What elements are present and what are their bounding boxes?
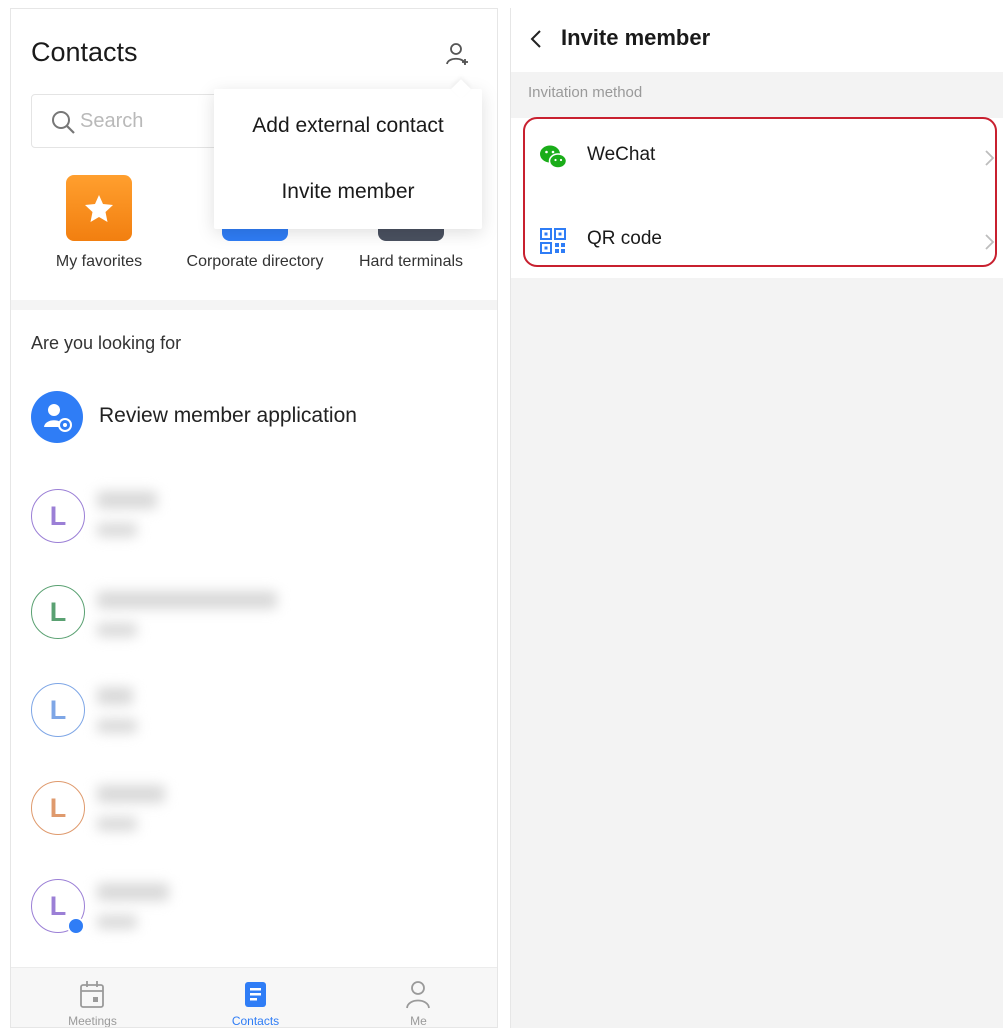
avatar: L (31, 585, 85, 639)
chevron-right-icon (985, 234, 995, 250)
contact-row[interactable]: L (11, 565, 497, 661)
invite-member-screen: Invite member Invitation method WeChat Q… (510, 8, 1003, 1028)
add-menu-popup: Add external contact Invite member (214, 79, 482, 229)
review-member-label: Review member application (99, 404, 357, 427)
looking-for-heading: Are you looking for (31, 333, 182, 353)
menu-item-add-external-contact[interactable]: Add external contact (214, 96, 482, 156)
section-divider (11, 300, 497, 310)
qr-code-icon (540, 228, 566, 254)
person-icon (406, 981, 430, 1009)
chevron-left-icon (530, 30, 541, 48)
add-contact-button[interactable] (441, 37, 475, 71)
back-button[interactable] (521, 22, 551, 56)
add-person-icon (446, 43, 468, 65)
page-title: Invite member (561, 25, 711, 50)
tab-label-meetings: Meetings (68, 1014, 117, 1028)
method-label-qr-code: QR code (587, 228, 662, 249)
blurred-name (97, 785, 165, 803)
blurred-name (97, 687, 133, 705)
blurred-detail (97, 817, 137, 831)
bottom-tab-bar: Meetings Contacts Me (11, 967, 497, 1028)
invitation-method-label: Invitation method (528, 84, 643, 101)
blurred-detail (97, 623, 137, 637)
avatar: L (31, 683, 85, 737)
star-icon (85, 195, 113, 222)
avatar: L (31, 489, 85, 543)
wechat-icon (540, 145, 568, 169)
blurred-detail (97, 523, 137, 537)
contact-row[interactable]: L (11, 761, 497, 857)
contacts-header: Contacts (11, 9, 497, 89)
tab-contacts[interactable]: Contacts (174, 968, 337, 1028)
avatar: L (31, 781, 85, 835)
canvas: Contacts Search My favorites Corporate d… (0, 0, 1003, 1028)
quick-label-terminals: Hard terminals (358, 253, 464, 270)
page-title: Contacts (31, 37, 138, 67)
tab-label-me: Me (410, 1014, 427, 1028)
quick-label-directory: Corporate directory (186, 253, 324, 270)
member-review-icon (31, 391, 83, 443)
tab-meetings[interactable]: Meetings (11, 968, 174, 1028)
blurred-name (97, 883, 169, 901)
contact-row[interactable]: L (11, 469, 497, 565)
blurred-detail (97, 719, 137, 733)
contact-row[interactable]: L (11, 663, 497, 759)
quick-label-favorites: My favorites (55, 253, 143, 270)
favorites-tile (66, 175, 132, 241)
invite-header: Invite member (511, 8, 1003, 72)
blurred-name (97, 491, 157, 509)
menu-item-invite-member[interactable]: Invite member (214, 162, 482, 222)
calendar-icon (80, 981, 104, 1008)
tab-label-contacts: Contacts (231, 1014, 280, 1028)
review-member-application-item[interactable]: Review member application (11, 387, 497, 447)
contacts-book-icon (245, 982, 266, 1007)
method-wechat[interactable]: WeChat (511, 118, 1003, 196)
member-review-glyph (44, 404, 72, 432)
quick-item-favorites[interactable]: My favorites (19, 175, 179, 285)
method-label-wechat: WeChat (587, 144, 656, 165)
account-badge-icon (67, 917, 85, 935)
blurred-detail (97, 915, 137, 929)
invitation-method-list: WeChat QR code (511, 118, 1003, 278)
tab-me[interactable]: Me (337, 968, 497, 1028)
chevron-right-icon (985, 150, 995, 166)
blurred-name (97, 591, 277, 609)
method-qr-code[interactable]: QR code (511, 202, 1003, 280)
contact-row[interactable]: L (11, 859, 497, 955)
contacts-screen: Contacts Search My favorites Corporate d… (10, 8, 498, 1028)
search-icon (52, 111, 75, 134)
